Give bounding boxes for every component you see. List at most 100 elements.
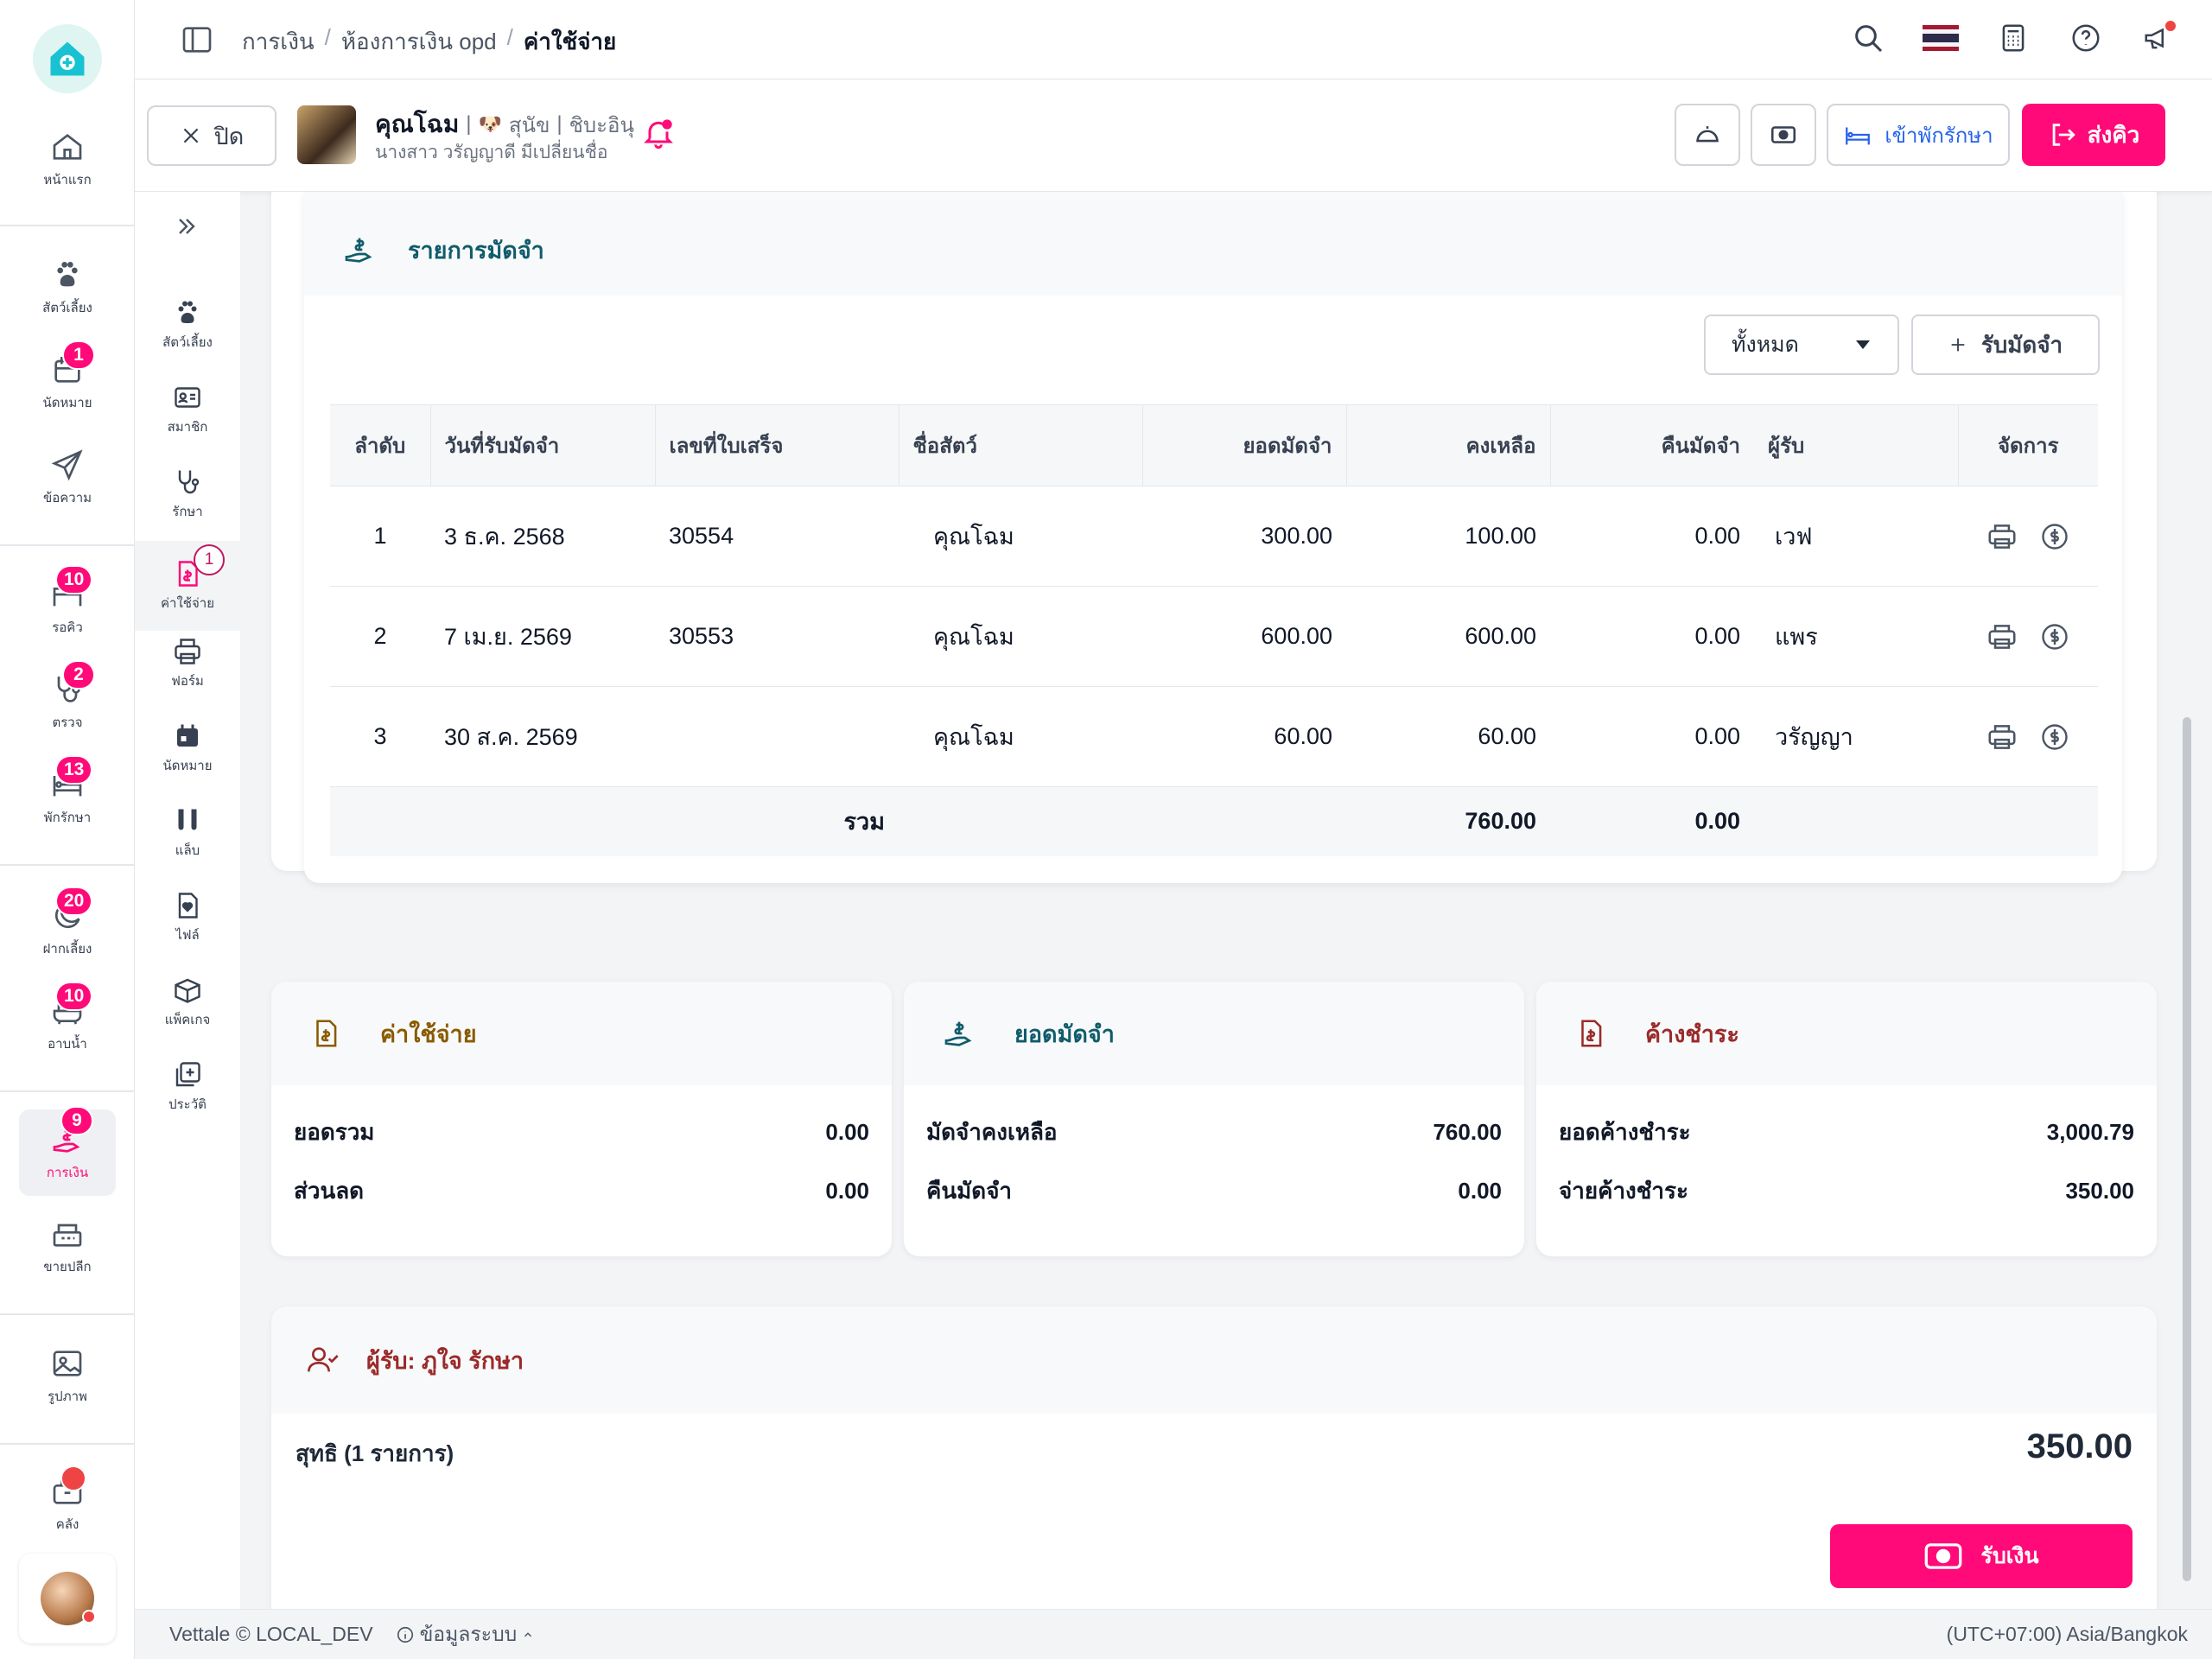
dollar-circle-icon[interactable]	[2039, 521, 2070, 552]
column-header[interactable]: คงเหลือ	[1346, 404, 1551, 486]
bill-icon	[1581, 1020, 1602, 1047]
row-receiver: วรัญญา	[1754, 686, 1958, 787]
expand-subnav-button[interactable]	[173, 213, 200, 245]
nav-item-home[interactable]: หน้าแรก	[0, 130, 135, 190]
column-header[interactable]: วันที่รับมัดจำ	[430, 404, 656, 486]
subnav-expenses[interactable]: ค่าใช้จ่าย 1	[135, 541, 240, 631]
column-header[interactable]: ลำดับ	[330, 404, 431, 486]
cash-button[interactable]	[1751, 104, 1816, 166]
column-header[interactable]: ผู้รับ	[1754, 404, 1959, 486]
sidebar-toggle-icon	[182, 27, 212, 53]
announcement-button[interactable]	[2139, 19, 2177, 57]
send-queue-button[interactable]: ส่งคิว	[2022, 104, 2165, 166]
calculator-button[interactable]	[1994, 19, 2032, 57]
system-info-label: ข้อมูลระบบ	[419, 1622, 518, 1645]
admit-button[interactable]: เข้าพักรักษา	[1827, 104, 2010, 166]
close-button[interactable]: ปิด	[147, 105, 276, 166]
subnav-pets[interactable]: สัตว์เลี้ยง	[135, 297, 240, 353]
printer-icon[interactable]	[1986, 721, 2018, 753]
app-logo[interactable]	[33, 24, 102, 93]
row-date: 3 ธ.ค. 2568	[430, 486, 655, 587]
nav-label: การเงิน	[46, 1166, 89, 1180]
column-header[interactable]: คืนมัดจำ	[1550, 404, 1754, 486]
subnav-forms[interactable]: ฟอร์ม	[135, 636, 240, 691]
scrollbar[interactable]	[2183, 717, 2191, 1581]
subnav-lab[interactable]: แล็บ	[135, 805, 240, 861]
breadcrumb-item[interactable]: ห้องการเงิน opd	[341, 24, 497, 60]
nav-item-appointments[interactable]: นัดหมาย 1	[0, 340, 135, 413]
status-dot	[82, 1610, 96, 1624]
pet-photo[interactable]	[297, 105, 356, 164]
service-bell-icon	[1696, 126, 1719, 143]
deposit-table: ลำดับ วันที่รับมัดจำ เลขที่ใบเสร็จ ชื่อส…	[330, 404, 2098, 856]
hospital-bed-icon	[1846, 127, 1871, 145]
image-icon	[53, 1351, 82, 1376]
nav-item-bath[interactable]: อาบน้ำ 10	[0, 982, 135, 1054]
column-header[interactable]: เลขที่ใบเสร็จ	[655, 404, 899, 486]
deposit-summary-card: ยอดมัดจำ มัดจำคงเหลือ 760.00 คืนมัดจำ 0.00	[904, 982, 1524, 1256]
chevron-up-icon	[524, 1631, 532, 1637]
subnav-files[interactable]: ไฟล์	[135, 890, 240, 945]
package-icon	[175, 978, 200, 1003]
subnav-treatment[interactable]: รักษา	[135, 467, 240, 522]
nav-item-pets[interactable]: สัตว์เลี้ยง	[0, 257, 135, 318]
subnav-packages[interactable]: แพ็คเกจ	[135, 975, 240, 1030]
nav-label: รอคิว	[52, 620, 83, 635]
send-icon	[51, 449, 83, 481]
nav-label: สัตว์เลี้ยง	[42, 301, 92, 315]
row-balance: 600.00	[1346, 586, 1550, 687]
nav-item-inventory[interactable]: คลัง	[0, 1465, 135, 1535]
cash-icon	[1925, 1543, 1962, 1569]
nav-item-hospitalize[interactable]: พักรักษา 13	[0, 755, 135, 828]
user-avatar[interactable]	[19, 1554, 116, 1643]
nav-item-retail[interactable]: ขายปลีก	[0, 1217, 135, 1277]
column-header[interactable]: ชื่อสัตว์	[899, 404, 1143, 486]
service-bell-button[interactable]	[1675, 104, 1740, 166]
receive-label: รับเงิน	[1980, 1544, 2039, 1568]
nav-item-boarding[interactable]: ฝากเลี้ยง 20	[0, 887, 135, 959]
expense-title: ค่าใช้จ่าย	[380, 1020, 477, 1047]
history-icon	[175, 1062, 200, 1087]
language-button[interactable]	[1922, 19, 1960, 57]
nav-badge: 10	[55, 565, 93, 594]
help-button[interactable]	[2067, 19, 2105, 57]
alert-button[interactable]	[641, 116, 676, 155]
home-icon	[53, 133, 82, 160]
subnav-label: ไฟล์	[175, 928, 200, 943]
dollar-circle-icon[interactable]	[2039, 621, 2070, 652]
nav-item-exam[interactable]: ตรวจ 2	[0, 660, 135, 733]
nav-item-images[interactable]: รูปภาพ	[0, 1346, 135, 1407]
nav-item-messages[interactable]: ข้อความ	[0, 448, 135, 508]
dog-icon: 🐶	[478, 113, 502, 135]
column-header[interactable]: ยอดมัดจำ	[1142, 404, 1347, 486]
nav-label: หน้าแรก	[43, 173, 92, 188]
search-button[interactable]	[1849, 19, 1887, 57]
subnav-badge: 1	[194, 544, 225, 575]
system-info-toggle[interactable]: ข้อมูลระบบ	[396, 1619, 535, 1650]
sidebar-toggle-button[interactable]	[180, 22, 214, 61]
user-check-icon	[308, 1347, 339, 1372]
nav-label: นัดหมาย	[42, 396, 92, 410]
bill-icon	[316, 1020, 337, 1047]
breadcrumb-item[interactable]: การเงิน	[242, 24, 315, 60]
money-hand-icon	[345, 238, 372, 263]
nav-divider	[0, 864, 135, 866]
subnav-members[interactable]: สมาชิก	[135, 382, 240, 437]
nav-item-finance[interactable]: การเงิน 9	[19, 1106, 116, 1196]
nav-label: ข้อความ	[42, 491, 92, 505]
dollar-circle-icon[interactable]	[2039, 721, 2070, 753]
printer-icon[interactable]	[1986, 620, 2018, 653]
caret-down-icon	[1856, 340, 1870, 349]
summary-row: ยอดรวม 0.00	[294, 1118, 869, 1145]
nav-badge: 20	[55, 887, 93, 916]
add-deposit-button[interactable]: รับมัดจำ	[1911, 315, 2100, 375]
receive-payment-button[interactable]: รับเงิน	[1830, 1524, 2133, 1588]
receiver-card: ผู้รับ: ภูใจ รักษา สุทธิ (1 รายการ) 350.…	[271, 1306, 2157, 1609]
printer-icon[interactable]	[1986, 520, 2018, 553]
nav-item-queue[interactable]: รอคิว 10	[0, 565, 135, 638]
subnav-history[interactable]: ประวัติ	[135, 1059, 240, 1115]
subnav-label: สัตว์เลี้ยง	[162, 335, 213, 350]
subnav-label: แล็บ	[175, 843, 200, 858]
subnav-appointments[interactable]: นัดหมาย	[135, 721, 240, 776]
deposit-filter-select[interactable]: ทั้งหมด	[1704, 315, 1899, 375]
